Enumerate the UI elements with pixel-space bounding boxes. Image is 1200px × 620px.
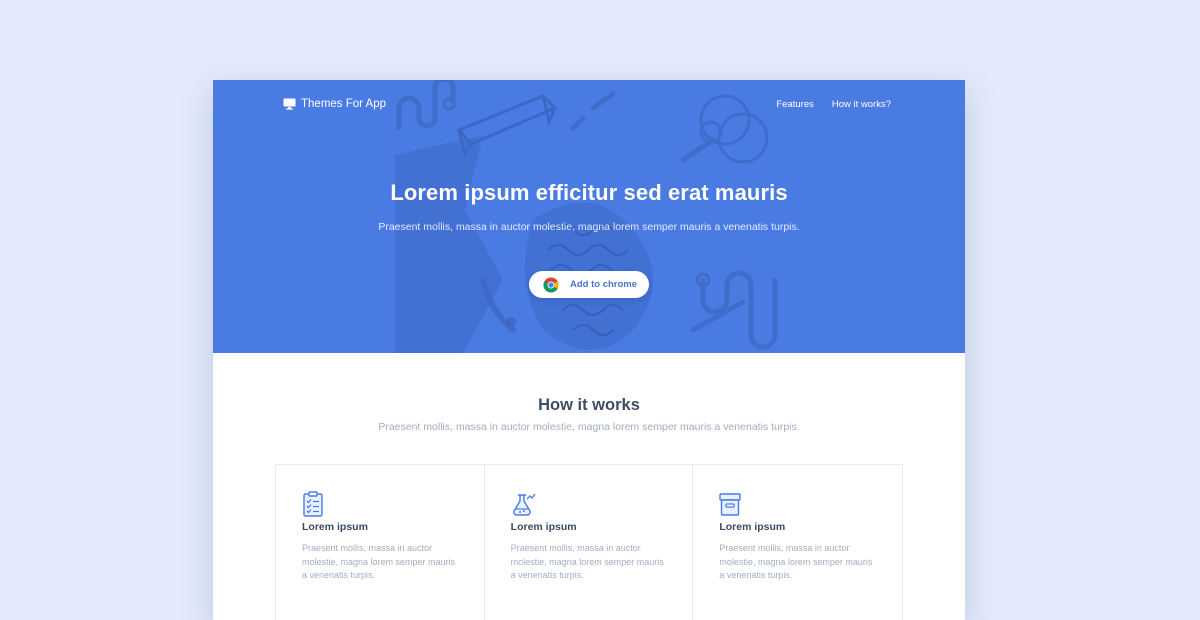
monitor-icon [283, 98, 296, 110]
nav-links: Features How it works? [776, 96, 891, 112]
hero-subtitle: Praesent mollis, massa in auctor molesti… [378, 221, 800, 233]
nav-link-how-it-works[interactable]: How it works? [832, 99, 891, 110]
landing-page-frame: Themes For App Features How it works? Lo… [213, 80, 965, 620]
section-subtitle: Praesent mollis, massa in auctor molesti… [378, 421, 800, 433]
top-navbar: Themes For App Features How it works? [283, 96, 891, 112]
card-title: Lorem ipsum [302, 521, 368, 533]
feature-card: Lorem ipsum Praesent mollis, massa in au… [276, 465, 485, 620]
hero-decoration [395, 80, 778, 353]
chrome-icon [543, 277, 559, 293]
nav-link-features[interactable]: Features [776, 99, 814, 110]
how-it-works-section: How it works Praesent mollis, massa in a… [213, 353, 965, 620]
flask-icon [512, 493, 536, 516]
checklist-icon [303, 491, 323, 517]
brand-name: Themes For App [301, 98, 387, 110]
add-to-chrome-label: Add to chrome [570, 279, 638, 290]
card-text: Praesent mollis, massa in auctor molesti… [302, 543, 456, 580]
section-title: How it works [538, 396, 640, 414]
card-title: Lorem ipsum [719, 521, 786, 533]
hero-section: Themes For App Features How it works? Lo… [213, 80, 965, 353]
feature-cards: Lorem ipsum Praesent mollis, massa in au… [275, 464, 903, 620]
archive-box-icon [719, 493, 742, 516]
card-text: Praesent mollis, massa in auctor molesti… [510, 543, 664, 580]
feature-card: Lorem ipsum Praesent mollis, massa in au… [485, 465, 694, 620]
brand-logo-link[interactable]: Themes For App [283, 96, 386, 112]
add-to-chrome-button[interactable]: Add to chrome [529, 271, 649, 298]
card-text: Praesent mollis, massa in auctor molesti… [719, 543, 873, 580]
hero-title: Lorem ipsum efficitur sed erat mauris [390, 180, 788, 205]
feature-card: Lorem ipsum Praesent mollis, massa in au… [693, 465, 902, 620]
card-title: Lorem ipsum [510, 521, 577, 533]
